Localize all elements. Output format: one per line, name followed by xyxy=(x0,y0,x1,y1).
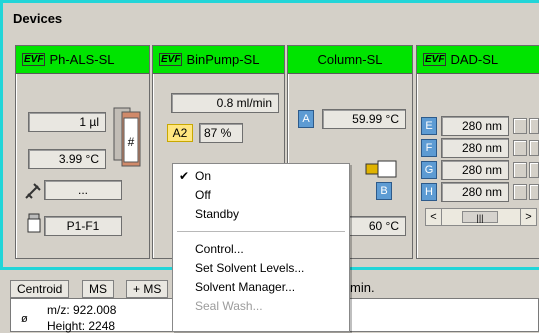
dad-channel-dropdown[interactable] xyxy=(529,118,539,134)
brand-logo: EVF xyxy=(159,53,183,66)
als-volume-field: 1 µl xyxy=(28,112,106,132)
height-readout: Height: 2248 xyxy=(47,319,116,333)
mz-readout: m/z: 922.008 xyxy=(47,303,117,317)
panel-title: Devices xyxy=(13,11,63,26)
module-header-als[interactable]: EVF Ph-ALS-SL xyxy=(16,46,149,74)
menu-item-label: Seal Wash... xyxy=(195,299,263,313)
dad-channel-dropdown[interactable] xyxy=(529,184,539,200)
dad-channel-value: 280 nm xyxy=(441,138,509,158)
dad-channel-value: 280 nm xyxy=(441,182,509,202)
tab-centroid[interactable]: Centroid xyxy=(10,280,70,298)
module-header-binpump[interactable]: EVF BinPump-SL xyxy=(153,46,284,74)
scroll-right-button[interactable]: > xyxy=(520,209,536,225)
menu-item-set-solvent-levels[interactable]: Set Solvent Levels... xyxy=(173,259,349,278)
dad-channel-row: H 280 nm xyxy=(421,182,539,202)
dad-channel-toggle[interactable] xyxy=(513,118,527,134)
column-b-label: B xyxy=(376,182,392,200)
dad-channel-row: E 280 nm xyxy=(421,116,539,136)
als-needle-field: ... xyxy=(44,180,122,200)
menu-item-label: Standby xyxy=(195,207,240,221)
als-temperature-field: 3.99 °C xyxy=(28,149,106,169)
menu-item-label: Control... xyxy=(195,242,244,256)
dad-channel-dropdown[interactable] xyxy=(529,140,539,156)
column-b-temp-field: 60 °C xyxy=(348,216,406,236)
dad-channel-dropdown[interactable] xyxy=(529,162,539,178)
column-icon xyxy=(365,160,397,178)
menu-item-label: Set Solvent Levels... xyxy=(195,261,305,275)
dad-channel-label: H xyxy=(421,183,437,201)
module-header-column[interactable]: Column-SL xyxy=(288,46,412,74)
module-name-column: Column-SL xyxy=(317,52,383,67)
check-icon: ✔ xyxy=(179,169,190,183)
syringe-icon xyxy=(25,183,41,199)
menu-item-label: Solvent Manager... xyxy=(195,280,296,294)
menu-separator xyxy=(177,231,345,232)
scroll-left-button[interactable]: < xyxy=(426,209,442,225)
menu-item-label: Off xyxy=(195,188,211,202)
menu-item-on[interactable]: ✔ On xyxy=(173,167,349,186)
column-a-temp-field: 59.99 °C xyxy=(322,109,406,129)
brand-logo: EVF xyxy=(22,53,46,66)
tab-ms[interactable]: MS xyxy=(82,280,114,298)
module-header-dad[interactable]: EVF DAD-SL xyxy=(417,46,539,74)
dad-channel-row: F 280 nm xyxy=(421,138,539,158)
min-label: min. xyxy=(350,280,375,295)
vial-icon xyxy=(27,213,41,233)
menu-item-off[interactable]: Off xyxy=(173,186,349,205)
menu-item-standby[interactable]: Standby xyxy=(173,205,349,224)
dad-channel-toggle[interactable] xyxy=(513,162,527,178)
solvent-channel-label: A2 xyxy=(167,124,193,142)
dad-scrollbar[interactable]: < ||| > xyxy=(425,208,537,226)
solvent-percent-field: 87 % xyxy=(199,123,243,143)
column-a-label: A xyxy=(298,110,314,128)
als-position-field: P1-F1 xyxy=(44,216,122,236)
scroll-thumb[interactable]: ||| xyxy=(462,211,498,223)
dad-channel-toggle[interactable] xyxy=(513,140,527,156)
module-name-dad: DAD-SL xyxy=(450,52,499,67)
dad-channel-label: E xyxy=(421,117,437,135)
dad-channel-label: G xyxy=(421,161,437,179)
axis-char: ø xyxy=(21,313,28,325)
menu-item-seal-wash: Seal Wash... xyxy=(173,297,349,316)
vial-badge: # xyxy=(128,135,135,149)
menu-item-control[interactable]: Control... xyxy=(173,240,349,259)
module-dad[interactable]: EVF DAD-SL E 280 nm F 280 nm G 280 nm H … xyxy=(416,45,539,259)
module-als[interactable]: EVF Ph-ALS-SL 1 µl 3.99 °C # ... P1-F1 xyxy=(15,45,150,259)
menu-item-label: On xyxy=(195,169,212,183)
dad-channel-row: G 280 nm xyxy=(421,160,539,180)
dad-channel-toggle[interactable] xyxy=(513,184,527,200)
context-menu[interactable]: ✔ On Off Standby Control... Set Solvent … xyxy=(172,163,350,332)
brand-logo: EVF xyxy=(423,53,447,66)
dad-channel-label: F xyxy=(421,139,437,157)
vial-rack-icon: # xyxy=(113,107,141,167)
tab-plus-ms[interactable]: + MS xyxy=(126,280,169,298)
menu-item-solvent-manager[interactable]: Solvent Manager... xyxy=(173,278,349,297)
module-name-als: Ph-ALS-SL xyxy=(49,52,115,67)
flow-field: 0.8 ml/min xyxy=(171,93,279,113)
dad-channel-value: 280 nm xyxy=(441,116,509,136)
module-name-binpump: BinPump-SL xyxy=(186,52,260,67)
dad-channel-value: 280 nm xyxy=(441,160,509,180)
